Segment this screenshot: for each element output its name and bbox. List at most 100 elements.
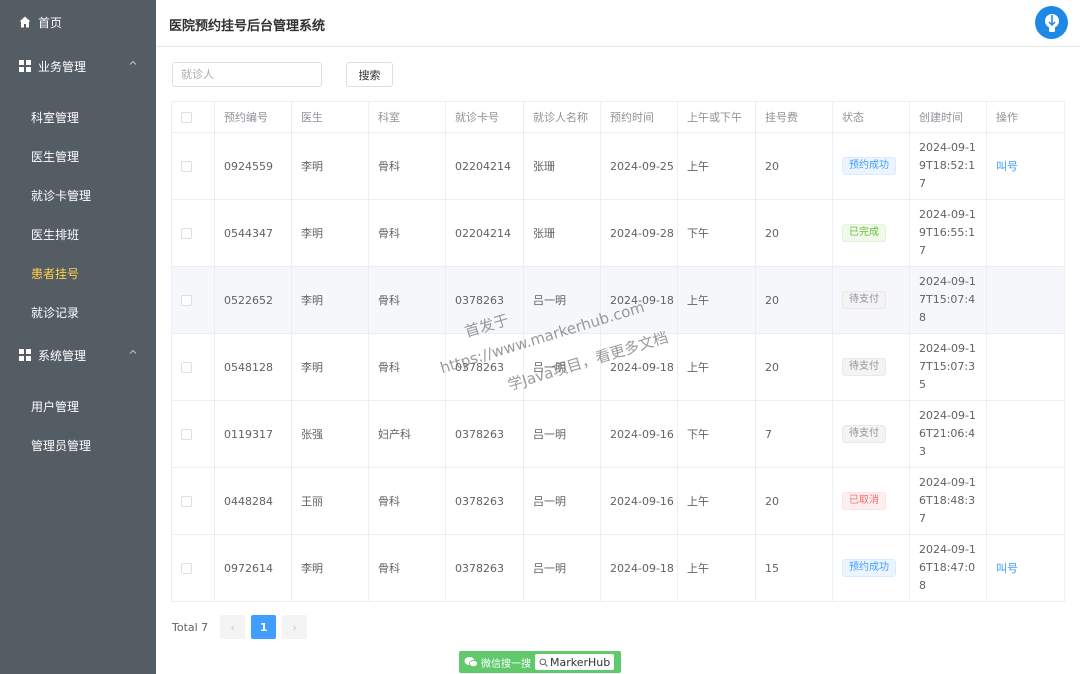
cell-dept: 骨科 <box>368 534 446 602</box>
prev-page-button[interactable]: ‹ <box>220 615 246 639</box>
cell-action: 叫号 <box>986 534 1065 602</box>
cell-fee: 20 <box>755 132 833 200</box>
row-select-cell[interactable] <box>171 199 215 267</box>
row-select-cell[interactable] <box>171 467 215 535</box>
cell-fee: 15 <box>755 534 833 602</box>
column-header: 状态 <box>832 101 910 133</box>
row-checkbox[interactable] <box>181 161 192 172</box>
next-page-button[interactable]: › <box>282 615 308 639</box>
sidebar-item-home[interactable]: 首页 <box>0 2 156 42</box>
cell-fee: 20 <box>755 467 833 535</box>
sidebar-item-card[interactable]: 就诊卡管理 <box>0 176 156 215</box>
cell-patient: 张珊 <box>523 132 601 200</box>
sidebar-item-label: 就诊卡管理 <box>31 189 92 203</box>
cell-period: 下午 <box>677 199 756 267</box>
cell-action: 叫号 <box>986 132 1065 200</box>
cell-created: 2024-09-16T18:48:37 <box>909 467 987 535</box>
cell-id: 0924559 <box>214 132 292 200</box>
cell-period: 上午 <box>677 467 756 535</box>
row-select-cell[interactable] <box>171 132 215 200</box>
search-button[interactable]: 搜索 <box>346 62 393 87</box>
sidebar-item-registration[interactable]: 患者挂号 <box>0 254 156 293</box>
row-checkbox[interactable] <box>181 496 192 507</box>
cell-patient: 吕一明 <box>523 467 601 535</box>
cell-doctor: 李明 <box>291 534 369 602</box>
table-row[interactable]: 0924559 李明 骨科 02204214 张珊 2024-09-25 上午 20 预约成功 2… <box>171 132 1065 200</box>
row-checkbox[interactable] <box>181 295 192 306</box>
cell-dept: 骨科 <box>368 132 446 200</box>
cell-patient: 张珊 <box>523 199 601 267</box>
sidebar-item-doctor[interactable]: 医生管理 <box>0 137 156 176</box>
table-row[interactable]: 0548128 李明 骨科 0378263 吕一明 2024-09-18 上午 20 待支付 20… <box>171 333 1065 401</box>
sidebar-group-business[interactable]: 业务管理 <box>0 46 156 86</box>
table-row[interactable]: 0972614 李明 骨科 0378263 吕一明 2024-09-18 上午 15 预约成功 2… <box>171 534 1065 602</box>
cell-fee: 7 <box>755 400 833 468</box>
cell-period: 上午 <box>677 534 756 602</box>
sidebar-item-label: 医生管理 <box>31 150 80 164</box>
call-number-button[interactable]: 叫号 <box>996 160 1018 173</box>
row-checkbox[interactable] <box>181 228 192 239</box>
row-checkbox[interactable] <box>181 429 192 440</box>
lightbulb-icon <box>1044 13 1059 32</box>
sidebar-item-department[interactable]: 科室管理 <box>0 98 156 137</box>
column-header: 就诊卡号 <box>445 101 524 133</box>
status-badge: 预约成功 <box>842 559 896 577</box>
sidebar-group-label: 系统管理 <box>38 348 87 363</box>
cell-fee: 20 <box>755 199 833 267</box>
cell-status: 预约成功 <box>832 132 910 200</box>
column-header: 创建时间 <box>909 101 987 133</box>
table-header-row: 预约编号 医生 科室 就诊卡号 就诊人名称 预约时间 上午或下午 挂号费 状态 … <box>171 101 1065 133</box>
cell-date: 2024-09-18 <box>600 266 678 334</box>
page-number-button[interactable]: 1 <box>251 615 277 639</box>
status-badge: 预约成功 <box>842 157 896 175</box>
row-select-cell[interactable] <box>171 400 215 468</box>
cell-doctor: 李明 <box>291 132 369 200</box>
table-row[interactable]: 0119317 张强 妇产科 0378263 吕一明 2024-09-16 下午 7 待支付 20… <box>171 400 1065 468</box>
status-badge: 待支付 <box>842 425 886 443</box>
cell-created: 2024-09-17T15:07:48 <box>909 266 987 334</box>
cell-dept: 骨科 <box>368 266 446 334</box>
call-number-button[interactable]: 叫号 <box>996 562 1018 575</box>
cell-patient: 吕一明 <box>523 400 601 468</box>
sidebar-group-label: 业务管理 <box>38 59 87 74</box>
cell-id: 0544347 <box>214 199 292 267</box>
sidebar-item-admins[interactable]: 管理员管理 <box>0 426 156 465</box>
grid-icon <box>19 60 31 72</box>
column-header: 挂号费 <box>755 101 833 133</box>
table-row[interactable]: 0448284 王丽 骨科 0378263 吕一明 2024-09-16 上午 20 已取消 20… <box>171 467 1065 535</box>
select-all-checkbox[interactable] <box>181 112 192 123</box>
status-badge: 已完成 <box>842 224 886 242</box>
badge-search-box: MarkerHub <box>535 654 615 670</box>
avatar[interactable] <box>1035 6 1068 39</box>
column-header: 操作 <box>986 101 1065 133</box>
pagination: Total 7 ‹ 1 › <box>172 615 313 639</box>
cell-card: 02204214 <box>445 132 524 200</box>
badge-label: 微信搜一搜 <box>481 658 531 670</box>
sidebar-item-schedule[interactable]: 医生排班 <box>0 215 156 254</box>
row-checkbox[interactable] <box>181 362 192 373</box>
sidebar-item-records[interactable]: 就诊记录 <box>0 293 156 332</box>
sidebar-group-system[interactable]: 系统管理 <box>0 335 156 375</box>
cell-id: 0972614 <box>214 534 292 602</box>
row-select-cell[interactable] <box>171 266 215 334</box>
cell-date: 2024-09-16 <box>600 467 678 535</box>
search-input[interactable] <box>172 62 322 87</box>
cell-patient: 吕一明 <box>523 534 601 602</box>
cell-id: 0119317 <box>214 400 292 468</box>
cell-action <box>986 400 1065 468</box>
cell-patient: 吕一明 <box>523 266 601 334</box>
table-row[interactable]: 0522652 李明 骨科 0378263 吕一明 2024-09-18 上午 20 待支付 20… <box>171 266 1065 334</box>
sidebar: 首页 业务管理 科室管理 医生管理 就诊卡管理 医生排班 患者挂号 就诊记录 系… <box>0 0 156 674</box>
chevron-up-icon <box>129 348 137 359</box>
table-row[interactable]: 0544347 李明 骨科 02204214 张珊 2024-09-28 下午 20 已完成 20… <box>171 199 1065 267</box>
cell-doctor: 李明 <box>291 333 369 401</box>
cell-id: 0448284 <box>214 467 292 535</box>
cell-status: 待支付 <box>832 266 910 334</box>
row-select-cell[interactable] <box>171 333 215 401</box>
select-all-cell[interactable] <box>171 101 215 133</box>
sidebar-item-users[interactable]: 用户管理 <box>0 387 156 426</box>
cell-period: 下午 <box>677 400 756 468</box>
row-checkbox[interactable] <box>181 563 192 574</box>
row-select-cell[interactable] <box>171 534 215 602</box>
cell-action <box>986 266 1065 334</box>
